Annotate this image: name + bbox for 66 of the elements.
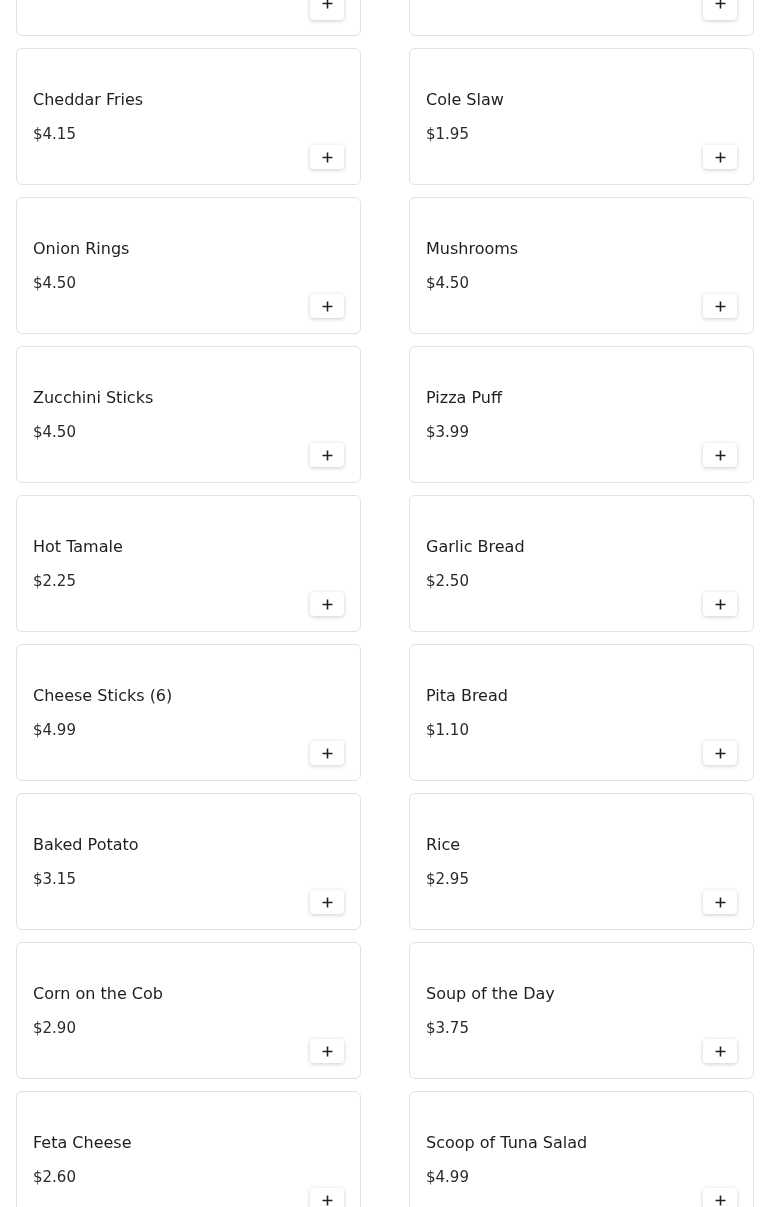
add-button[interactable] <box>310 294 344 318</box>
plus-icon <box>321 896 333 908</box>
item-name: Feta Cheese <box>33 1132 132 1154</box>
plus-icon <box>714 300 726 312</box>
item-name: Soup of the Day <box>426 983 555 1005</box>
add-button[interactable] <box>703 145 737 169</box>
add-button[interactable] <box>310 1039 344 1063</box>
add-button[interactable] <box>703 890 737 914</box>
item-name: Scoop of Tuna Salad <box>426 1132 588 1154</box>
plus-icon <box>321 0 333 9</box>
plus-icon <box>714 1194 726 1206</box>
add-button[interactable] <box>703 741 737 765</box>
plus-icon <box>321 151 333 163</box>
item-name: Garlic Bread <box>426 536 525 558</box>
item-name: Rice <box>426 834 461 856</box>
add-button[interactable] <box>703 1188 737 1207</box>
item-name: Hot Tamale <box>33 536 123 558</box>
item-price: $4.50 <box>426 273 469 294</box>
item-name: Cole Slaw <box>426 89 504 111</box>
item-price: $1.95 <box>426 124 469 145</box>
add-button[interactable] <box>310 592 344 616</box>
add-button[interactable] <box>703 294 737 318</box>
item-name: Zucchini Sticks <box>33 387 154 409</box>
plus-icon <box>714 1045 726 1057</box>
item-price: $4.99 <box>426 1167 469 1188</box>
item-name: Corn on the Cob <box>33 983 163 1005</box>
item-price: $2.60 <box>33 1167 76 1188</box>
item-price: $4.50 <box>33 422 76 443</box>
plus-icon <box>321 1194 333 1206</box>
add-button[interactable] <box>310 443 344 467</box>
add-button[interactable] <box>703 1039 737 1063</box>
item-name: Onion Rings <box>33 238 130 260</box>
plus-icon <box>321 300 333 312</box>
add-button[interactable] <box>703 443 737 467</box>
item-price: $1.10 <box>426 720 469 741</box>
plus-icon <box>321 1045 333 1057</box>
plus-icon <box>714 747 726 759</box>
item-price: $3.99 <box>426 422 469 443</box>
item-price: $2.90 <box>33 1018 76 1039</box>
plus-icon <box>714 896 726 908</box>
item-name: Cheddar Fries <box>33 89 144 111</box>
add-button[interactable] <box>310 145 344 169</box>
plus-icon <box>714 0 726 9</box>
plus-icon <box>714 598 726 610</box>
plus-icon <box>321 747 333 759</box>
item-price: $4.99 <box>33 720 76 741</box>
add-button[interactable] <box>310 1188 344 1207</box>
item-price: $4.15 <box>33 124 76 145</box>
item-price: $2.50 <box>426 571 469 592</box>
item-name: Baked Potato <box>33 834 139 856</box>
plus-icon <box>714 151 726 163</box>
item-name: Pizza Puff <box>426 387 502 409</box>
item-name: Cheese Sticks (6) <box>33 685 173 707</box>
item-price: $2.25 <box>33 571 76 592</box>
item-price: $3.75 <box>426 1018 469 1039</box>
add-button[interactable] <box>310 890 344 914</box>
plus-icon <box>321 598 333 610</box>
item-name: Mushrooms <box>426 238 519 260</box>
add-button[interactable] <box>310 741 344 765</box>
item-price: $3.15 <box>33 869 76 890</box>
item-name: Pita Bread <box>426 685 508 707</box>
item-price: $4.50 <box>33 273 76 294</box>
plus-icon <box>321 449 333 461</box>
plus-icon <box>714 449 726 461</box>
item-price: $2.95 <box>426 869 469 890</box>
add-button[interactable] <box>703 592 737 616</box>
